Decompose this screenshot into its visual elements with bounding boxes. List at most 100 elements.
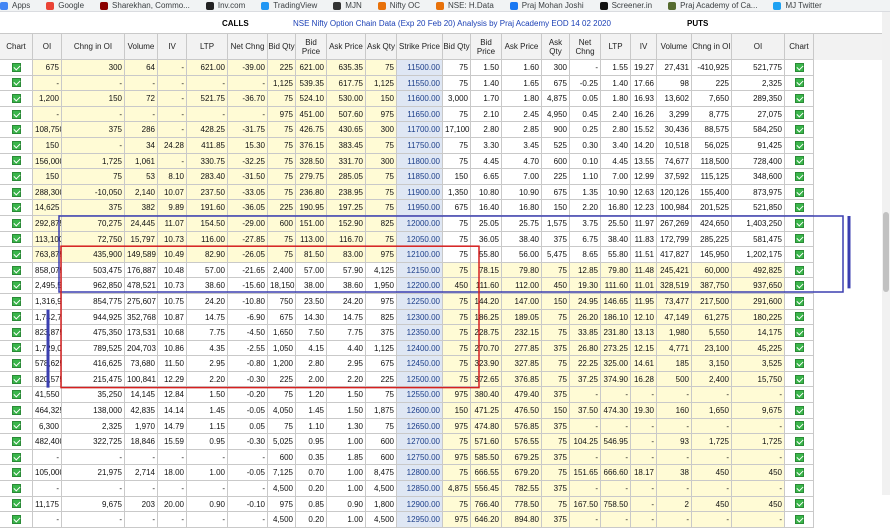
chart-icon[interactable] (0, 325, 33, 341)
data-cell: 1,950 (366, 278, 397, 294)
data-cell: 1,350 (443, 184, 471, 201)
chart-icon[interactable] (0, 278, 33, 294)
data-cell: 675 (542, 75, 570, 92)
data-cell: 728,400 (732, 153, 785, 170)
bookmark-6[interactable]: Nifty OC (377, 1, 420, 10)
chart-icon[interactable] (0, 340, 33, 357)
chart-icon[interactable] (785, 371, 814, 388)
chart-icon[interactable] (785, 340, 814, 357)
chart-icon[interactable] (0, 91, 33, 107)
chart-icon[interactable] (785, 387, 814, 404)
bookmark-1[interactable]: Google (46, 1, 84, 10)
data-cell: 9,675 (732, 403, 785, 419)
chart-icon[interactable] (0, 122, 33, 138)
bookmark-7[interactable]: NSE: H.Data (435, 1, 494, 10)
chart-icon[interactable] (0, 184, 33, 201)
bookmark-4[interactable]: TradingView (261, 1, 317, 10)
chart-icon[interactable] (785, 449, 814, 466)
data-cell: -4.50 (228, 325, 268, 341)
chart-icon[interactable] (785, 418, 814, 435)
chart-icon[interactable] (0, 387, 33, 404)
chart-icon[interactable] (785, 215, 814, 232)
header-cell: Bid Price (471, 34, 502, 60)
bookmark-8[interactable]: Praj Mohan Joshi (509, 1, 584, 10)
data-cell: 5,475 (542, 247, 570, 263)
chart-icon[interactable] (785, 169, 814, 185)
chart-icon[interactable] (785, 309, 814, 326)
chart-icon[interactable] (785, 60, 814, 76)
chart-icon-glyph (11, 312, 21, 322)
bookmark-2[interactable]: Sharekhan, Commo... (100, 1, 190, 10)
bookmark-10[interactable]: Praj Academy of Ca... (668, 1, 757, 10)
chart-icon[interactable] (0, 247, 33, 263)
chart-icon[interactable] (785, 247, 814, 263)
praj-academy-icon (668, 1, 677, 10)
chart-icon[interactable] (0, 293, 33, 310)
data-cell: 300 (366, 153, 397, 170)
chart-icon[interactable] (785, 75, 814, 92)
chart-icon[interactable] (785, 434, 814, 450)
chart-icon[interactable] (0, 512, 33, 528)
chart-icon[interactable] (785, 184, 814, 201)
chart-icon[interactable] (785, 293, 814, 310)
bookmark-3[interactable]: Inv.com (205, 1, 245, 10)
bookmark-11[interactable]: MJ Twitter (773, 1, 822, 10)
chart-icon[interactable] (0, 231, 33, 248)
bookmark-5[interactable]: MJN (333, 1, 362, 10)
chart-icon[interactable] (785, 91, 814, 107)
data-cell: 375 (542, 449, 570, 466)
chart-icon[interactable] (785, 403, 814, 419)
chart-icon[interactable] (785, 153, 814, 170)
chart-icon[interactable] (0, 465, 33, 482)
data-cell: 380.40 (471, 387, 502, 404)
chart-icon[interactable] (0, 75, 33, 92)
chart-icon[interactable] (0, 106, 33, 123)
table-row: - - - - - -4,500 0.20 1.00 4,500 12850.00 4,875 556… (0, 481, 890, 497)
chart-icon[interactable] (785, 512, 814, 528)
chart-icon-glyph (11, 499, 21, 509)
data-cell: - (125, 106, 158, 123)
chart-icon[interactable] (0, 153, 33, 170)
bookmark-0[interactable]: Apps (0, 1, 30, 10)
chart-icon[interactable] (0, 309, 33, 326)
chart-icon[interactable] (785, 122, 814, 138)
scrollbar-thumb[interactable] (883, 212, 889, 292)
chart-icon-glyph (11, 390, 21, 400)
data-cell: 576.85 (502, 418, 542, 435)
chart-icon[interactable] (0, 418, 33, 435)
chart-icon[interactable] (0, 449, 33, 466)
chart-icon[interactable] (785, 262, 814, 279)
chart-icon[interactable] (785, 106, 814, 123)
chart-icon[interactable] (0, 200, 33, 216)
chart-icon[interactable] (785, 481, 814, 497)
data-cell: - (33, 75, 62, 92)
chart-icon[interactable] (0, 496, 33, 513)
chart-icon[interactable] (0, 215, 33, 232)
chart-icon[interactable] (785, 496, 814, 513)
chart-icon[interactable] (785, 278, 814, 294)
chart-icon[interactable] (0, 434, 33, 450)
chart-icon[interactable] (785, 465, 814, 482)
chart-icon-glyph (794, 405, 804, 415)
chart-icon[interactable] (785, 137, 814, 154)
chart-icon[interactable] (0, 371, 33, 388)
data-cell: 38.60 (327, 278, 366, 294)
chart-icon[interactable] (0, 262, 33, 279)
data-cell: - (33, 481, 62, 497)
scrollbar[interactable] (882, 12, 890, 495)
chart-icon[interactable] (785, 200, 814, 216)
data-cell: 675 (268, 309, 296, 326)
data-cell: 521,850 (732, 200, 785, 216)
chart-icon[interactable] (785, 356, 814, 372)
chart-icon[interactable] (0, 403, 33, 419)
data-cell: 300 (366, 122, 397, 138)
chart-icon[interactable] (785, 231, 814, 248)
chart-icon[interactable] (0, 60, 33, 76)
chart-icon[interactable] (785, 325, 814, 341)
chart-icon[interactable] (0, 137, 33, 154)
chart-icon[interactable] (0, 481, 33, 497)
bookmark-9[interactable]: Screener.in (599, 1, 652, 10)
chart-icon-glyph (11, 125, 21, 135)
chart-icon[interactable] (0, 356, 33, 372)
chart-icon[interactable] (0, 169, 33, 185)
